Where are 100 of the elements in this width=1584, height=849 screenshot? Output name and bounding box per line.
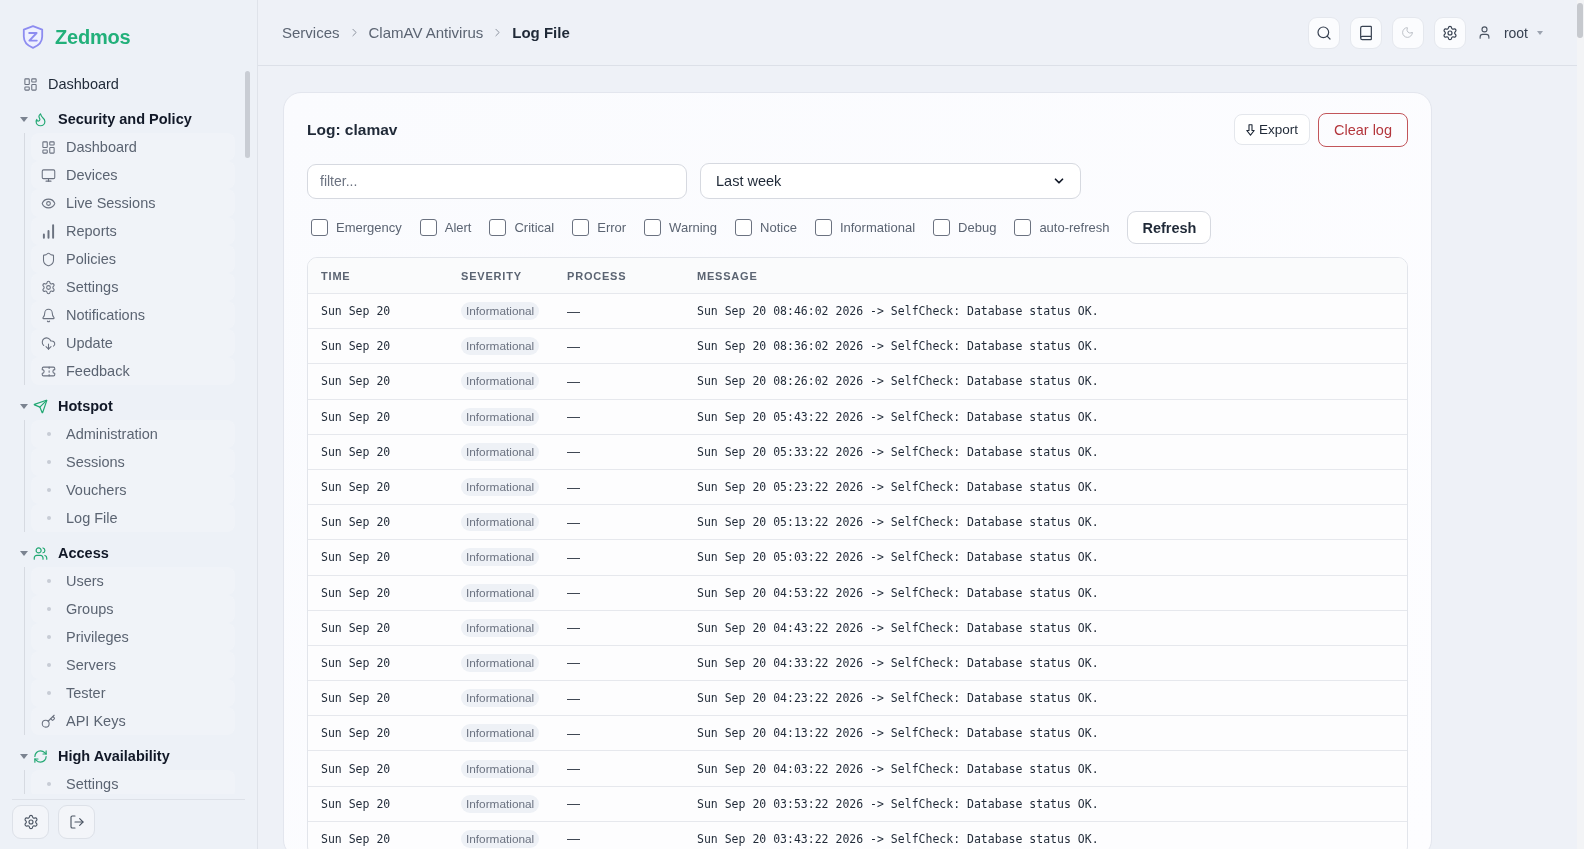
refresh-button[interactable]: Refresh [1127,211,1212,244]
brand-name: Zedmos [55,25,131,49]
checkbox[interactable] [933,219,951,236]
process-cell: — [567,690,580,706]
checkbox[interactable] [419,219,437,236]
severity-badge: Informational [461,689,540,708]
settings-icon [22,814,39,830]
checkbox-label[interactable]: auto-refresh [1039,220,1110,235]
search-icon [1315,24,1332,41]
message-cell: Sun Sep 20 04:53:22 2026 -> SelfCheck: Database status OK. [697,585,1099,600]
ticket-icon [41,363,56,379]
message-cell: Sun Sep 20 04:13:22 2026 -> SelfCheck: Database status OK. [697,726,1099,741]
time-cell: Sun Sep 20 [321,796,391,811]
bullet-dot-icon [46,579,51,583]
process-cell: — [567,585,580,601]
column-header: SEVERITY [461,269,522,282]
checkbox-label[interactable]: Error [597,220,627,235]
bullet-dot-icon [46,460,51,464]
sync-arrows-icon [33,748,48,764]
severity-badge: Informational [461,372,540,391]
monitor-icon [41,167,56,183]
nav-section[interactable]: Access [12,539,235,567]
checkbox[interactable] [644,219,662,236]
time-cell: Sun Sep 20 [321,339,391,354]
bullet-dot-icon [46,607,51,611]
column-header: TIME [321,269,351,282]
message-cell: Sun Sep 20 05:33:22 2026 -> SelfCheck: Database status OK. [697,444,1099,459]
breadcrumb-link[interactable]: ClamAV Antivirus [368,24,484,41]
process-cell: — [567,831,580,847]
time-cell: Sun Sep 20 [321,620,391,635]
nav-section[interactable]: High Availability [12,742,235,770]
checkbox-label[interactable]: Warning [669,220,718,235]
time-cell: Sun Sep 20 [321,374,391,389]
time-cell: Sun Sep 20 [321,304,391,319]
time-cell: Sun Sep 20 [321,409,391,424]
checkbox-label[interactable]: Emergency [336,220,402,235]
checkbox[interactable] [735,219,753,236]
flame-icon [33,111,48,127]
nav-section[interactable]: Hotspot [12,392,235,420]
message-cell: Sun Sep 20 05:23:22 2026 -> SelfCheck: Database status OK. [697,480,1099,495]
process-cell: — [567,479,580,495]
checkbox-label[interactable]: Alert [444,220,472,235]
time-cell: Sun Sep 20 [321,726,391,741]
checkbox[interactable] [572,219,590,236]
message-cell: Sun Sep 20 03:53:22 2026 -> SelfCheck: Database status OK. [697,796,1099,811]
breadcrumb-link[interactable]: Services [282,24,340,41]
checkbox[interactable] [489,219,507,236]
checkbox[interactable] [311,219,328,236]
message-cell: Sun Sep 20 04:43:22 2026 -> SelfCheck: Database status OK. [697,620,1099,635]
nav-item[interactable]: Dashboard [12,70,235,98]
checkbox-label[interactable]: Critical [514,220,555,235]
book-button[interactable] [1349,16,1382,49]
checkbox[interactable] [1014,219,1032,236]
severity-badge: Informational [461,759,540,778]
bullet-dot-icon [46,635,51,639]
eye-icon [41,195,56,211]
message-cell: Sun Sep 20 08:26:02 2026 -> SelfCheck: Database status OK. [697,374,1099,389]
settings-button[interactable] [12,805,49,839]
filter-field[interactable]: filter... [307,163,687,199]
message-cell: Sun Sep 20 03:43:22 2026 -> SelfCheck: Database status OK. [697,831,1099,846]
severity-badge: Informational [461,583,540,602]
message-cell: Sun Sep 20 05:03:22 2026 -> SelfCheck: Database status OK. [697,550,1099,565]
severity-badge: Informational [461,653,540,672]
process-cell: — [567,444,580,460]
bullet-dot-icon [46,488,51,492]
column-header: PROCESS [567,269,627,282]
nav-section[interactable]: Security and Policy [12,105,235,133]
process-cell: — [567,338,580,354]
key-icon [41,713,56,729]
settings-button[interactable] [1433,16,1466,49]
scrollbar-thumb[interactable] [245,71,250,158]
checkbox-label[interactable]: Informational [839,220,916,235]
moon-icon [1401,26,1415,39]
severity-badge: Informational [461,724,540,743]
logout-button[interactable] [58,805,95,839]
severity-badge: Informational [461,513,540,532]
process-cell: — [567,303,580,319]
process-cell: — [567,514,580,530]
bullet-dot-icon [46,432,51,436]
severity-badge: Informational [461,302,540,321]
message-cell: Sun Sep 20 05:13:22 2026 -> SelfCheck: Database status OK. [697,515,1099,530]
process-cell: — [567,549,580,565]
clear-log-button[interactable]: Clear log [1317,112,1408,147]
checkbox-label[interactable]: Notice [760,220,797,235]
caret-icon [1537,30,1543,35]
export-button[interactable]: Export [1233,114,1310,145]
process-cell: — [567,620,580,636]
severity-badge: Informational [461,442,540,461]
shield-icon [41,251,56,267]
search-button[interactable] [1307,16,1340,49]
message-cell: Sun Sep 20 08:46:02 2026 -> SelfCheck: Database status OK. [697,304,1099,319]
checkbox-label[interactable]: Debug [958,220,997,235]
time-cell: Sun Sep 20 [321,550,391,565]
breadcrumb-current: Log File [512,24,570,41]
process-cell: — [567,655,580,671]
checkbox[interactable] [814,219,832,236]
user-menu[interactable]: root [1475,18,1546,47]
range-select[interactable]: Last week [700,163,1081,199]
logout-icon [68,814,85,830]
scrollbar-thumb[interactable] [1577,3,1583,38]
